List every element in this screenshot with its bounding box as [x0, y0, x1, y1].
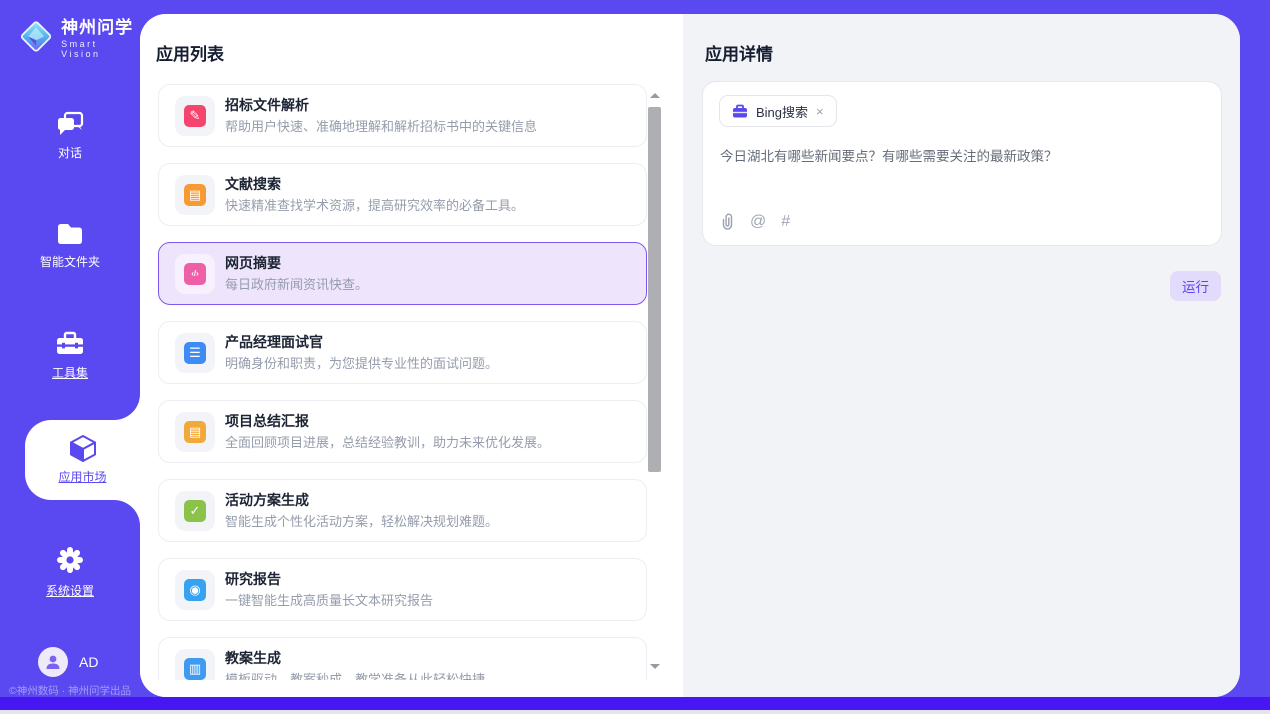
app-card-title: 文献搜索 [225, 174, 281, 194]
app-card-desc: 每日政府新闻资讯快查。 [225, 274, 368, 293]
gear-icon [54, 544, 86, 576]
attachment-icon[interactable] [720, 212, 735, 231]
brand-name: 神州问学 [61, 13, 140, 38]
app-card-title: 网页摘要 [225, 253, 281, 273]
tool-tag-bing-search[interactable]: Bing搜索 × [719, 95, 837, 127]
diamond-logo-icon [18, 18, 54, 55]
app-card[interactable]: ▤ 项目总结汇报 全面回顾项目进展，总结经验教训，助力未来优化发展。 [158, 400, 647, 463]
app-card-list: ✎ 招标文件解析 帮助用户快速、准确地理解和解析招标书中的关键信息 ▤ 文献搜索… [158, 84, 647, 680]
app-card-desc: 快速精准查找学术资源，提高研究效率的必备工具。 [225, 195, 524, 214]
list-scrollbar[interactable] [648, 83, 661, 681]
app-card[interactable]: ▤ 文献搜索 快速精准查找学术资源，提高研究效率的必备工具。 [158, 163, 647, 226]
app-card-title: 教案生成 [225, 648, 281, 668]
scroll-down-arrow-icon[interactable] [650, 664, 660, 669]
tool-tag-label: Bing搜索 [756, 102, 808, 121]
brand-subtitle: Smart Vision [61, 39, 140, 59]
active-item-bottom-curve [114, 500, 140, 526]
resume-person-icon: ☰ [184, 342, 206, 364]
app-detail-title: 应用详情 [705, 40, 773, 65]
sidebar-item-smart-folder[interactable]: 智能文件夹 [0, 221, 140, 270]
app-icon-box: ✎ [175, 96, 215, 136]
user-initials: AD [79, 654, 98, 670]
sidebar-item-app-market[interactable]: 应用市场 [25, 420, 140, 500]
app-card[interactable]: ◉ 研究报告 一键智能生成高质量长文本研究报告 [158, 558, 647, 621]
app-card-desc: 模板驱动，教案秒成，教学准备从此轻松快捷 [225, 669, 485, 680]
app-card-desc: 明确身份和职责，为您提供专业性的面试问题。 [225, 353, 498, 372]
app-window: 神州问学 Smart Vision 对话 智能文件夹 [0, 0, 1270, 714]
brand-logo[interactable]: 神州问学 Smart Vision [18, 13, 140, 59]
sidebar-item-label: 智能文件夹 [0, 253, 140, 270]
app-icon-box: ‹/› [175, 254, 215, 294]
cube-icon [67, 432, 99, 464]
tag-close-icon[interactable]: × [816, 105, 824, 118]
book-icon: ▤ [184, 184, 206, 206]
app-icon-box: ▥ [175, 649, 215, 680]
avatar [38, 647, 68, 677]
scroll-up-arrow-icon[interactable] [650, 93, 660, 98]
app-card[interactable]: ✎ 招标文件解析 帮助用户快速、准确地理解和解析招标书中的关键信息 [158, 84, 647, 147]
app-card[interactable]: ✓ 活动方案生成 智能生成个性化活动方案，轻松解决规划难题。 [158, 479, 647, 542]
clipboard-check-icon: ✓ [184, 500, 206, 522]
app-card[interactable]: ☰ 产品经理面试官 明确身份和职责，为您提供专业性的面试问题。 [158, 321, 647, 384]
app-detail-panel: 应用详情 Bing搜索 × 今日湖北有哪些新闻要点？有哪些需要关注的最新政策？ [683, 14, 1240, 697]
app-card-title: 研究报告 [225, 569, 281, 589]
app-card-desc: 帮助用户快速、准确地理解和解析招标书中的关键信息 [225, 116, 537, 135]
sidebar-item-label: 工具集 [0, 364, 140, 381]
folder-icon [55, 221, 85, 247]
query-input[interactable]: 今日湖北有哪些新闻要点？有哪些需要关注的最新政策？ [720, 145, 1200, 165]
copyright-text: ©神州数码 · 神州问学出品 [0, 683, 140, 698]
app-icon-box: ▤ [175, 412, 215, 452]
chat-icon [55, 110, 85, 138]
sidebar-item-chat[interactable]: 对话 [0, 110, 140, 161]
active-item-top-curve [114, 394, 140, 420]
browser-code-icon: ‹/› [184, 263, 206, 285]
sidebar: 神州问学 Smart Vision 对话 智能文件夹 [0, 0, 140, 697]
notepad-icon: ▤ [184, 421, 206, 443]
app-card-desc: 全面回顾项目进展，总结经验教训，助力未来优化发展。 [225, 432, 550, 451]
app-card-desc: 一键智能生成高质量长文本研究报告 [225, 590, 433, 609]
app-icon-box: ◉ [175, 570, 215, 610]
app-icon-box: ▤ [175, 175, 215, 215]
app-card[interactable]: ▥ 教案生成 模板驱动，教案秒成，教学准备从此轻松快捷 [158, 637, 647, 680]
sidebar-item-settings[interactable]: 系统设置 [0, 544, 140, 599]
app-list-panel: 应用列表 ✎ 招标文件解析 帮助用户快速、准确地理解和解析招标书中的关键信息 ▤… [140, 14, 683, 697]
sidebar-item-label: 系统设置 [0, 582, 140, 599]
bottom-accent-bar [0, 697, 1270, 710]
main-content: 应用列表 ✎ 招标文件解析 帮助用户快速、准确地理解和解析招标书中的关键信息 ▤… [140, 14, 1240, 697]
edit-document-icon: ✎ [184, 105, 206, 127]
app-card-title: 项目总结汇报 [225, 411, 309, 431]
app-list-title: 应用列表 [156, 40, 224, 65]
app-card[interactable]: ‹/› 网页摘要 每日政府新闻资讯快查。 [158, 242, 647, 305]
mention-icon[interactable]: @ [750, 213, 766, 231]
app-icon-box: ✓ [175, 491, 215, 531]
briefcase-icon [732, 104, 748, 119]
run-button[interactable]: 运行 [1170, 271, 1221, 301]
sidebar-item-label: 应用市场 [25, 468, 140, 485]
app-card-title: 招标文件解析 [225, 95, 309, 115]
scrollbar-thumb[interactable] [648, 107, 661, 472]
app-card-desc: 智能生成个性化活动方案，轻松解决规划难题。 [225, 511, 498, 530]
app-input-card: Bing搜索 × 今日湖北有哪些新闻要点？有哪些需要关注的最新政策？ @ # [702, 81, 1222, 246]
books-icon: ▥ [184, 658, 206, 680]
app-card-title: 产品经理面试官 [225, 332, 323, 352]
app-card-title: 活动方案生成 [225, 490, 309, 510]
user-account[interactable]: AD [38, 647, 98, 677]
sidebar-item-label: 对话 [0, 144, 140, 161]
research-lens-icon: ◉ [184, 579, 206, 601]
sidebar-item-toolset[interactable]: 工具集 [0, 330, 140, 381]
app-icon-box: ☰ [175, 333, 215, 373]
toolbox-icon [54, 330, 86, 358]
hash-icon[interactable]: # [781, 213, 790, 231]
person-icon [44, 653, 62, 671]
composer-toolbar: @ # [720, 212, 790, 231]
